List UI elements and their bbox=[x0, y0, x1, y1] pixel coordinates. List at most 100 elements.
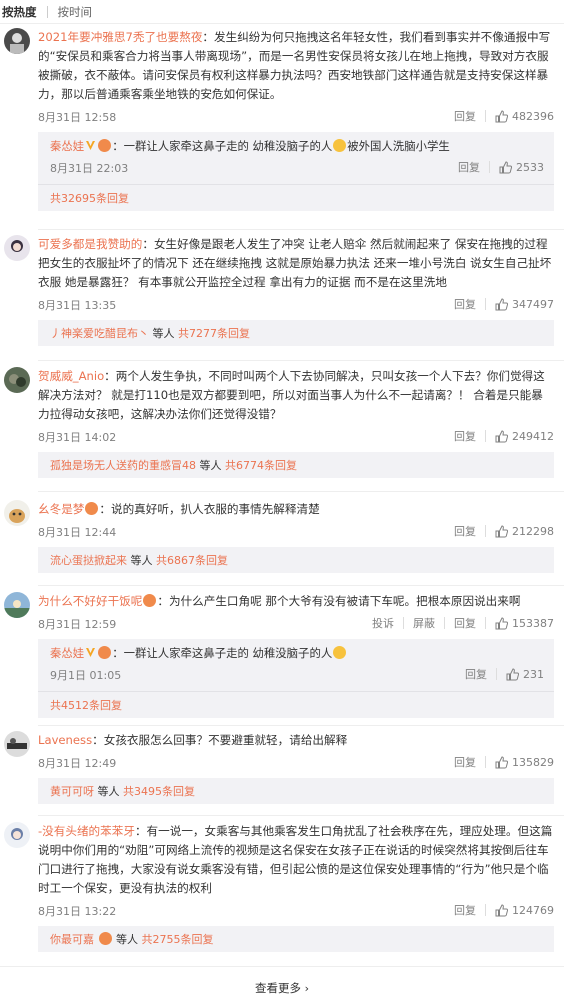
like-count: 2533 bbox=[516, 160, 544, 174]
comment-date: 8月31日 14:02 bbox=[38, 431, 117, 444]
like-button[interactable]: 124769 bbox=[495, 904, 554, 917]
comment-user[interactable]: 幺冬是梦 bbox=[38, 502, 84, 516]
avatar[interactable] bbox=[4, 592, 30, 618]
reply-box: 孤独是场无人送药的重感冒48 等人 共6774条回复 bbox=[38, 452, 554, 478]
divider bbox=[38, 229, 564, 230]
like-button[interactable]: 2533 bbox=[499, 161, 544, 174]
emoji-icon bbox=[85, 502, 99, 515]
comment-meta: 8月31日 12:44 回复 212298 bbox=[38, 521, 554, 541]
like-button[interactable]: 347497 bbox=[495, 298, 554, 311]
comment-text: -没有头绪的苯苯牙：有一说一，女乘客与其他乘客发生口角扰乱了社会秩序在先，理应处… bbox=[38, 824, 553, 895]
see-more-button[interactable]: 查看更多 › bbox=[0, 980, 564, 996]
comment-user[interactable]: 可爱多都是我赞助的 bbox=[38, 237, 142, 251]
like-count: 249412 bbox=[512, 429, 554, 443]
comment-user[interactable]: 2021年要冲雅思7秃了也要熬夜 bbox=[38, 30, 202, 44]
thumb-up-icon bbox=[499, 160, 512, 173]
like-count: 135829 bbox=[512, 755, 554, 769]
more-replies-link[interactable]: 共4512条回复 bbox=[50, 699, 122, 712]
thumb-up-icon bbox=[495, 903, 508, 916]
reply-preview-user[interactable]: 流心蛋挞掀起来 bbox=[50, 554, 127, 567]
reply-user[interactable]: 秦怂娃 bbox=[50, 646, 84, 660]
comment-text: Laveness：女孩衣服怎么回事？不要避重就轻，请给出解释 bbox=[38, 733, 348, 747]
reply-button[interactable]: 回复 bbox=[454, 902, 476, 918]
reply-button[interactable]: 回复 bbox=[454, 754, 476, 770]
comment-user[interactable]: Laveness bbox=[38, 733, 92, 747]
like-button[interactable]: 482396 bbox=[495, 110, 554, 123]
vip-badge-icon bbox=[86, 141, 96, 150]
reply-button[interactable]: 回复 bbox=[465, 666, 487, 682]
thumb-up-icon bbox=[495, 616, 508, 629]
reply-button[interactable]: 回复 bbox=[454, 428, 476, 444]
comment-user[interactable]: 为什么不好好干饭呢 bbox=[38, 594, 142, 608]
comment-user[interactable]: 贺威威_Anio bbox=[38, 369, 104, 383]
reply-box: 你最可嘉 等人 共2755条回复 bbox=[38, 926, 554, 952]
divider bbox=[38, 725, 564, 726]
vip-badge-icon bbox=[86, 648, 96, 657]
avatar[interactable] bbox=[4, 731, 30, 757]
more-replies-link[interactable]: 共3495条回复 bbox=[123, 785, 195, 798]
reply-user[interactable]: 秦怂娃 bbox=[50, 139, 84, 153]
reply-preview-user[interactable]: 黄可可呀 bbox=[50, 785, 94, 798]
reply-box: 流心蛋挞掀起来 等人 共6867条回复 bbox=[38, 547, 554, 573]
reply-button[interactable]: 回复 bbox=[454, 523, 476, 539]
emoji-icon bbox=[98, 646, 112, 659]
reply-button[interactable]: 回复 bbox=[454, 296, 476, 312]
comment-meta: 8月31日 12:49 回复 135829 bbox=[38, 752, 554, 772]
like-button[interactable]: 135829 bbox=[495, 756, 554, 769]
avatar[interactable] bbox=[4, 367, 30, 393]
comment-text: 幺冬是梦 ：说的真好听，扒人衣服的事情先解释清楚 bbox=[38, 502, 320, 516]
thumb-up-icon bbox=[495, 109, 508, 122]
more-replies-link[interactable]: 共32695条回复 bbox=[50, 192, 129, 205]
avatar[interactable] bbox=[4, 235, 30, 261]
comment-meta: 8月31日 13:35 回复 347497 bbox=[38, 294, 554, 314]
reply-preview-user[interactable]: 丿神楽爱吃醋昆布丶 bbox=[50, 327, 149, 340]
sort-hot-tab[interactable]: 按热度 bbox=[2, 4, 37, 20]
emoji-icon bbox=[143, 594, 157, 607]
comment-meta: 8月31日 12:58 回复 482396 bbox=[38, 106, 554, 126]
comment-text: 可爱多都是我赞助的：女生好像是跟老人发生了冲突 让老人赔伞 然后就闹起来了 保安… bbox=[38, 237, 552, 289]
emoji-icon bbox=[98, 932, 112, 945]
comment-date: 8月31日 12:58 bbox=[38, 111, 117, 124]
sort-bar: 按热度 按时间 bbox=[0, 0, 564, 24]
reply-text: 秦怂娃 ：一群让人家牵这鼻子走的 幼稚没脑子的人 被外国人洗脑小学生 bbox=[50, 139, 450, 153]
avatar[interactable] bbox=[4, 28, 30, 54]
comment-date: 8月31日 13:35 bbox=[38, 299, 117, 312]
reply-preview-user[interactable]: 孤独是场无人送药的重感冒48 bbox=[50, 459, 196, 472]
divider bbox=[38, 815, 564, 816]
thumb-up-icon bbox=[495, 755, 508, 768]
reply-button[interactable]: 回复 bbox=[458, 159, 480, 175]
like-button[interactable]: 231 bbox=[506, 668, 544, 681]
block-button[interactable]: 屏蔽 bbox=[413, 615, 435, 631]
thumb-up-icon bbox=[495, 429, 508, 442]
like-button[interactable]: 249412 bbox=[495, 430, 554, 443]
more-replies-link[interactable]: 共2755条回复 bbox=[142, 933, 214, 946]
reply-preview-user[interactable]: 你最可嘉 bbox=[50, 933, 94, 946]
reply-meta: 9月1日 01:05 回复 231 bbox=[50, 664, 544, 684]
report-button[interactable]: 投诉 bbox=[372, 615, 394, 631]
comment-user[interactable]: -没有头绪的苯苯牙 bbox=[38, 824, 135, 838]
like-count: 212298 bbox=[512, 524, 554, 538]
comment-text: 2021年要冲雅思7秃了也要熬夜：发生纠纷为何只拖拽这名年轻女性，我们看到事实并… bbox=[38, 30, 551, 101]
avatar[interactable] bbox=[4, 822, 30, 848]
like-button[interactable]: 153387 bbox=[495, 617, 554, 630]
sort-time-tab[interactable]: 按时间 bbox=[58, 4, 93, 20]
like-count: 347497 bbox=[512, 297, 554, 311]
reply-box: 黄可可呀 等人 共3495条回复 bbox=[38, 778, 554, 804]
like-count: 482396 bbox=[512, 109, 554, 123]
more-replies-link[interactable]: 共7277条回复 bbox=[178, 327, 250, 340]
comment-meta: 8月31日 13:22 回复 124769 bbox=[38, 900, 554, 920]
avatar[interactable] bbox=[4, 500, 30, 526]
reply-button[interactable]: 回复 bbox=[454, 108, 476, 124]
thumb-up-icon bbox=[506, 667, 519, 680]
comment-date: 8月31日 12:44 bbox=[38, 526, 117, 539]
divider bbox=[46, 5, 48, 18]
emoji-icon bbox=[333, 139, 347, 152]
like-button[interactable]: 212298 bbox=[495, 525, 554, 538]
more-replies-link[interactable]: 共6867条回复 bbox=[156, 554, 228, 567]
comment-text: 为什么不好好干饭呢 ：为什么产生口角呢 那个大爷有没有被请下车呢。把根本原因说出来… bbox=[38, 594, 521, 608]
more-replies-link[interactable]: 共6774条回复 bbox=[225, 459, 297, 472]
reply-button[interactable]: 回复 bbox=[454, 615, 476, 631]
emoji-icon bbox=[98, 139, 112, 152]
like-count: 231 bbox=[523, 667, 544, 681]
comment-meta: 8月31日 14:02 回复 249412 bbox=[38, 426, 554, 446]
